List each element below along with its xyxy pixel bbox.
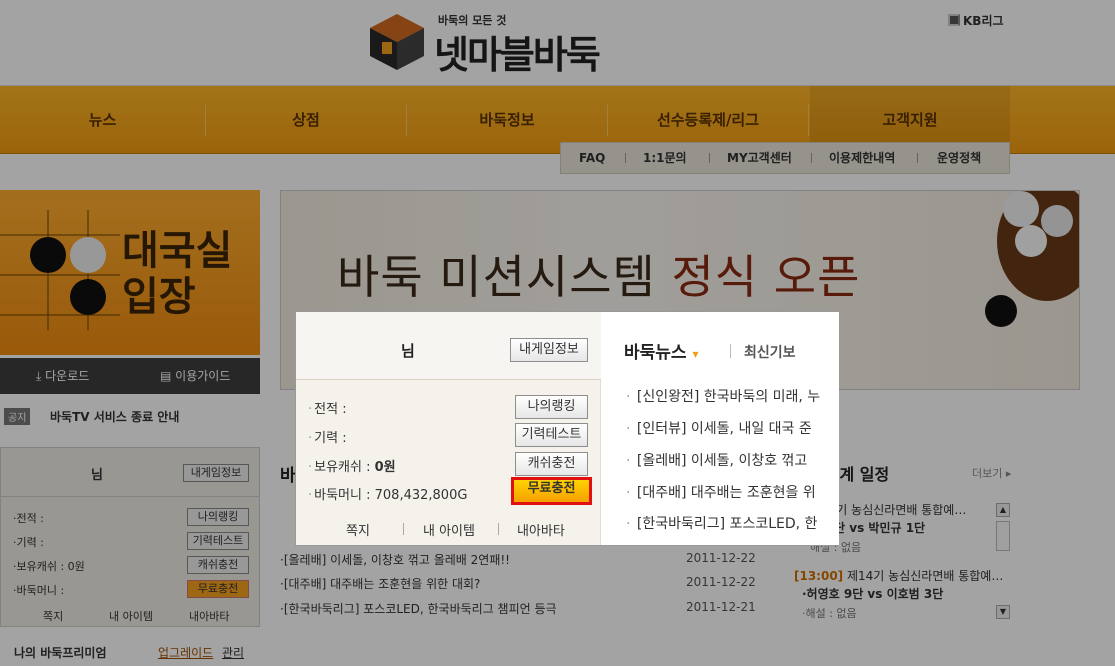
- news-item-title[interactable]: [신인왕전] 한국바둑의 미래, 누: [637, 389, 820, 405]
- news-item[interactable]: · [한국바둑리그] 포스코LED, 한: [626, 513, 817, 533]
- bullet: ·: [308, 460, 313, 475]
- news-tab[interactable]: 바둑뉴스 ▾: [624, 338, 699, 363]
- cash-value: 0원: [374, 460, 396, 475]
- news-item-title[interactable]: [한국바둑리그] 포스코LED, 한: [637, 516, 818, 532]
- news-tab-label: 바둑뉴스: [624, 343, 687, 363]
- stat-label: 보유캐쉬 :: [314, 460, 375, 475]
- spotlight-stat-cash: · 보유캐쉬 : 0원: [308, 456, 396, 475]
- spotlight-stat-record: · 전적 :: [308, 398, 347, 417]
- spotlight-name-area: 님 내게임정보: [296, 312, 601, 380]
- spotlight-stat-money: · 바둑머니 : 708,432,800G: [308, 484, 467, 503]
- bullet: ·: [626, 389, 635, 405]
- stat-label: 전적 :: [314, 402, 347, 417]
- spotlight-stat-skill: · 기력 :: [308, 427, 347, 446]
- spotlight-footer-links: 쪽지 내 아이템 내아바타: [296, 512, 601, 545]
- bullet: ·: [626, 453, 635, 469]
- spotlight-my-ranking-button[interactable]: 나의랭킹: [515, 395, 588, 419]
- news-item-title[interactable]: [올레배] 이세돌, 이창호 꺾고: [637, 453, 807, 469]
- stat-label: 바둑머니 :: [314, 488, 375, 503]
- spotlight-free-charge-button[interactable]: 무료충전: [511, 477, 592, 505]
- footer-divider: [498, 523, 499, 535]
- spotlight-user-name: 님: [401, 342, 415, 360]
- spotlight-panel: 님 내게임정보 · 전적 : 나의랭킹 · 기력 : 기력테스트 · 보유캐쉬 : 0…: [295, 311, 839, 546]
- bullet: ·: [308, 488, 313, 503]
- bullet: ·: [626, 516, 635, 532]
- spotlight-news-panel: 바둑뉴스 ▾ 최신기보 · [신인왕전] 한국바둑의 미래, 누 · [인터뷰]…: [602, 312, 839, 545]
- chevron-down-icon: ▾: [692, 347, 699, 361]
- news-item[interactable]: · [대주배] 대주배는 조훈현을 위: [626, 482, 816, 502]
- stat-label: 기력 :: [314, 431, 347, 446]
- tab-divider: [730, 344, 731, 358]
- spotlight-my-avatar-link[interactable]: 내아바타: [517, 520, 565, 539]
- spotlight-my-items-link[interactable]: 내 아이템: [423, 520, 475, 539]
- money-value: 708,432,800G: [374, 488, 468, 503]
- bullet: ·: [308, 431, 313, 446]
- news-item[interactable]: · [올레배] 이세돌, 이창호 꺾고: [626, 450, 807, 470]
- latest-kifu-tab[interactable]: 최신기보: [744, 342, 796, 362]
- bullet: ·: [626, 485, 635, 501]
- spotlight-user-box: 님 내게임정보 · 전적 : 나의랭킹 · 기력 : 기력테스트 · 보유캐쉬 : 0…: [296, 312, 601, 545]
- news-item-title[interactable]: [인터뷰] 이세돌, 내일 대국 준: [637, 421, 812, 437]
- footer-divider: [403, 523, 404, 535]
- news-item[interactable]: · [인터뷰] 이세돌, 내일 대국 준: [626, 418, 812, 438]
- news-item-title[interactable]: [대주배] 대주배는 조훈현을 위: [637, 485, 816, 501]
- spotlight-my-game-info-button[interactable]: 내게임정보: [510, 338, 588, 362]
- spotlight-cash-charge-button[interactable]: 캐쉬충전: [515, 452, 588, 476]
- news-item[interactable]: · [신인왕전] 한국바둑의 미래, 누: [626, 386, 820, 406]
- bullet: ·: [308, 402, 313, 417]
- bullet: ·: [626, 421, 635, 437]
- spotlight-memo-link[interactable]: 쪽지: [346, 520, 370, 539]
- spotlight-skill-test-button[interactable]: 기력테스트: [515, 423, 588, 447]
